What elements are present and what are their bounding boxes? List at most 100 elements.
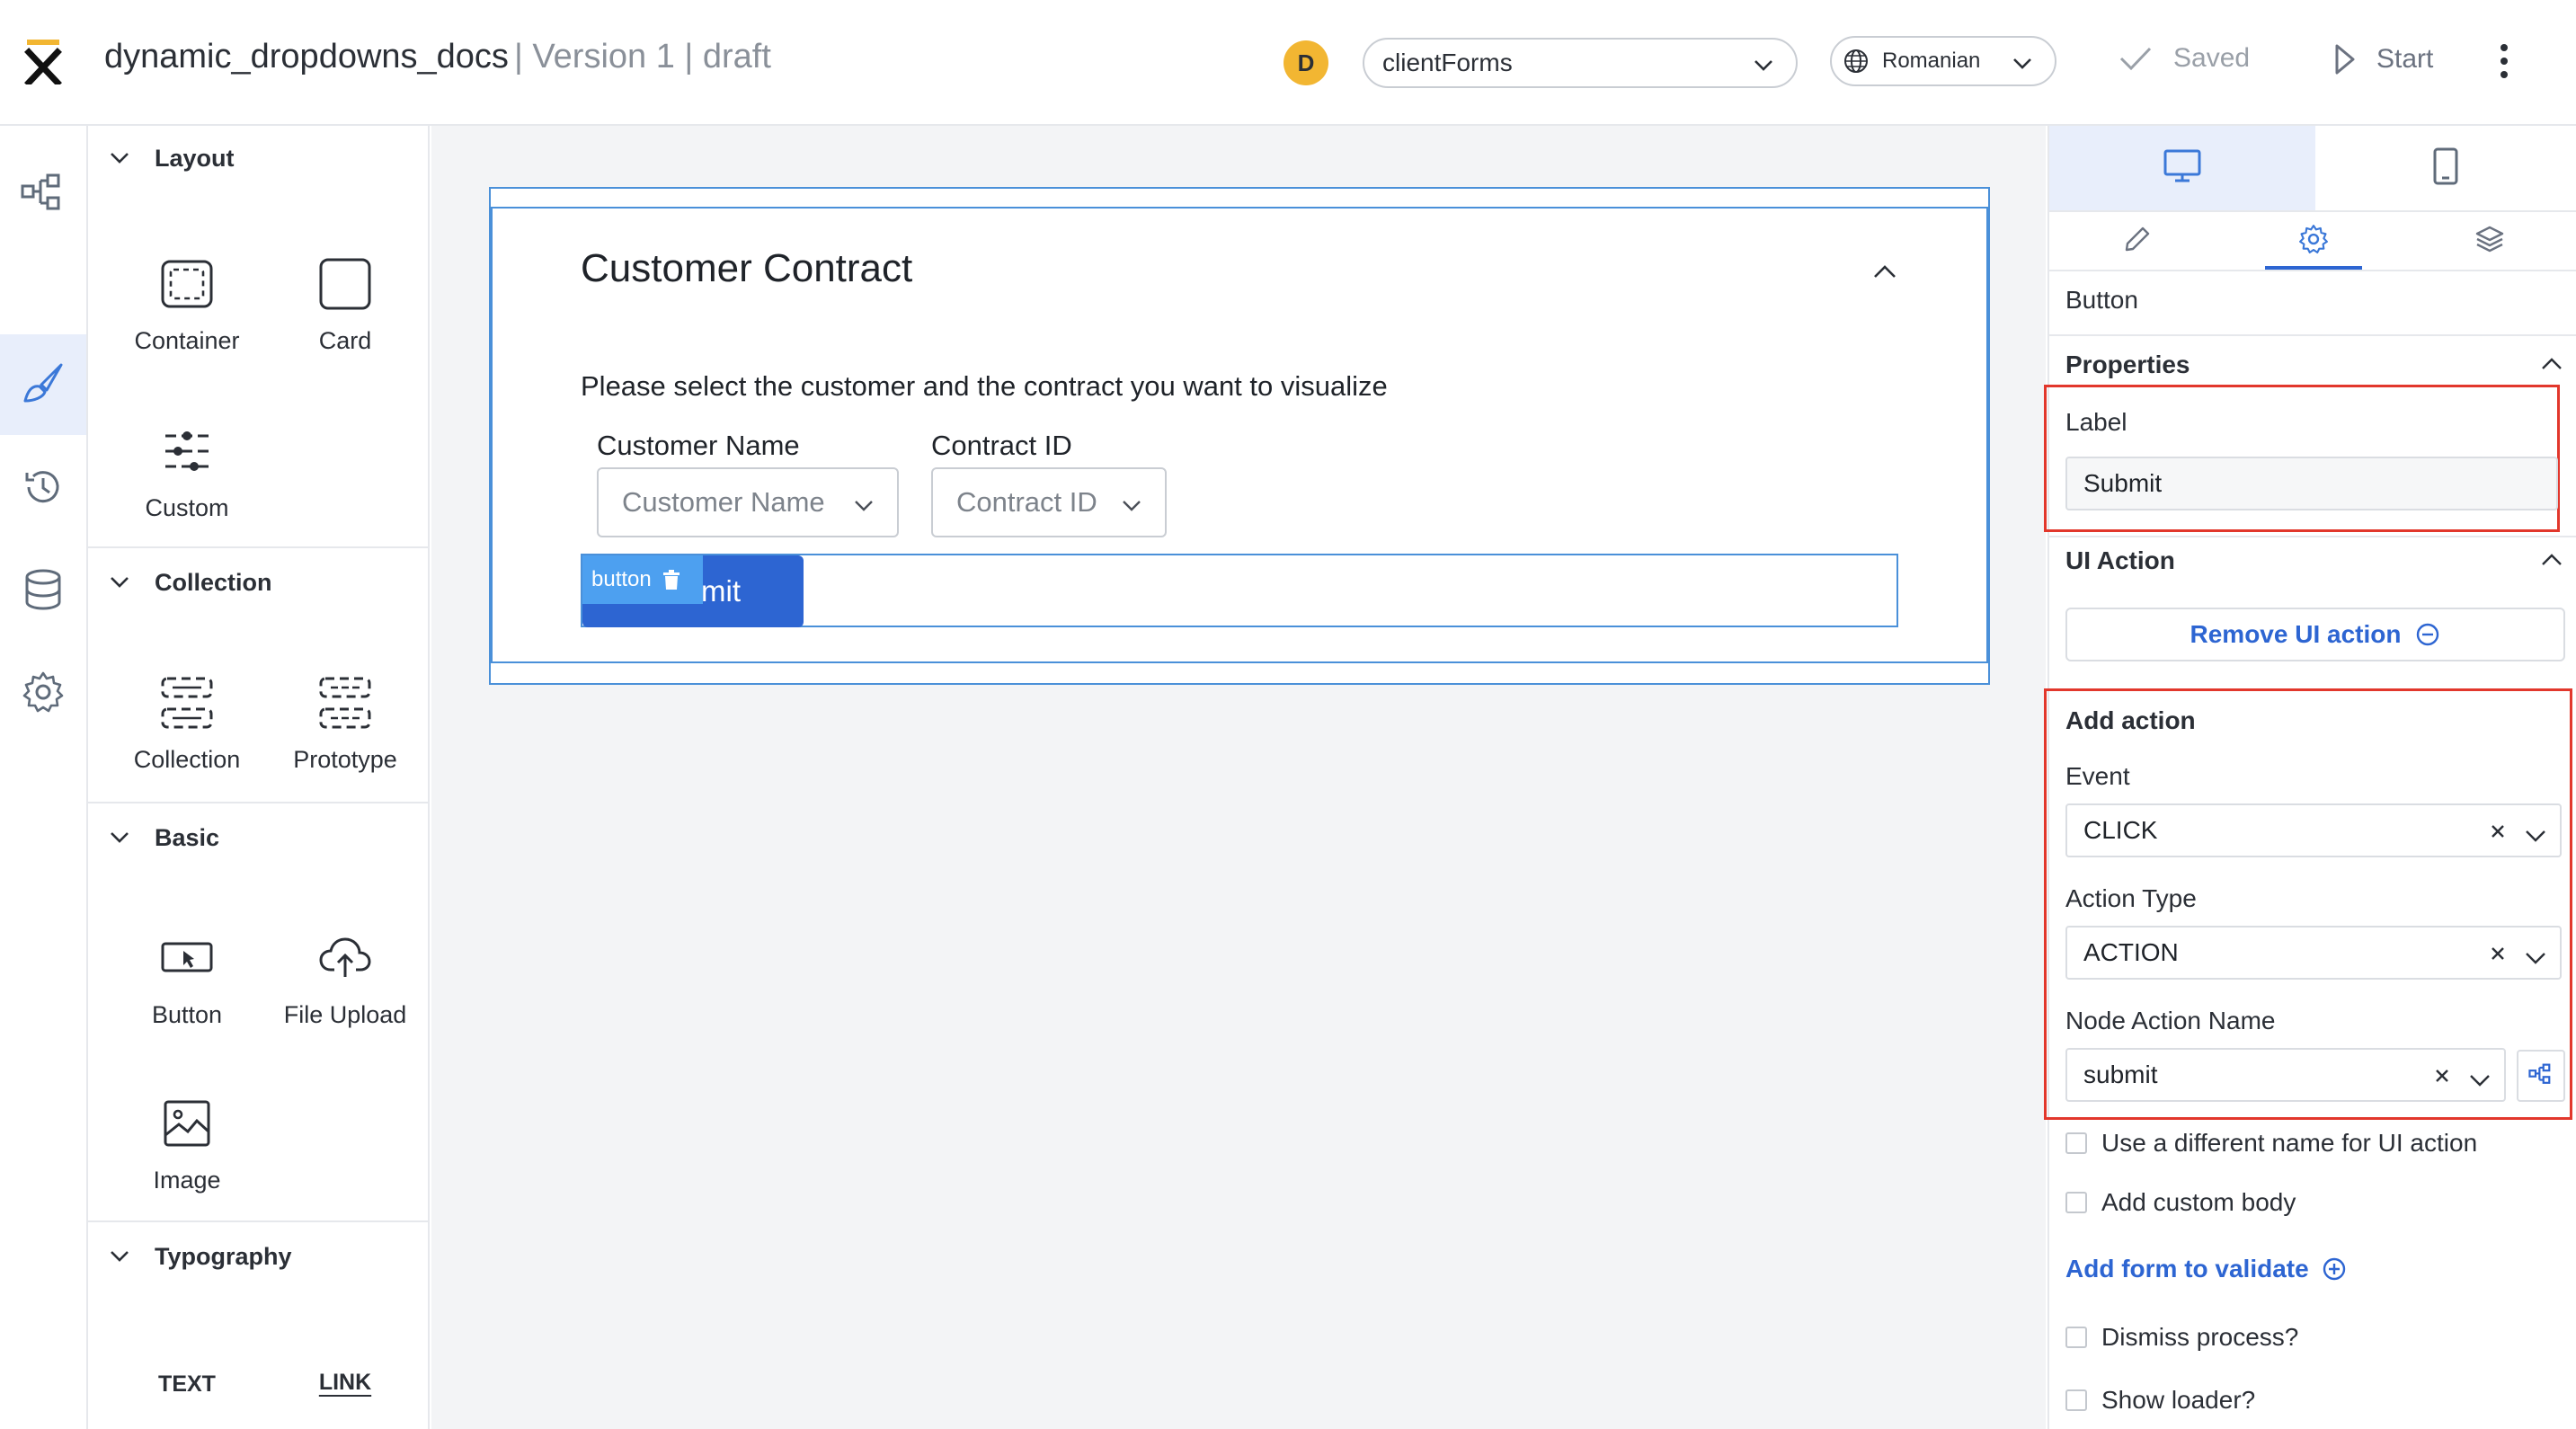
clear-icon[interactable] <box>2430 1064 2454 1094</box>
palette-image[interactable]: Image <box>108 1087 266 1222</box>
palette-container-label: Container <box>134 327 240 354</box>
palette-custom[interactable]: Custom <box>108 415 266 550</box>
version-status: | Version 1 | draft <box>514 38 771 75</box>
start-button[interactable]: Start <box>2333 43 2433 75</box>
different-name-checkbox[interactable] <box>2065 1132 2087 1154</box>
action-type-label: Action Type <box>2065 884 2197 912</box>
action-type-select-value: ACTION <box>2083 938 2179 966</box>
palette-container[interactable]: Container <box>108 248 266 383</box>
top-bar: dynamic_dropdowns_docs | Version 1 | dra… <box>0 0 2576 126</box>
show-loader-checkbox[interactable] <box>2065 1389 2087 1411</box>
add-form-to-validate-link[interactable]: Add form to validate <box>2065 1255 2347 1283</box>
palette-file-upload[interactable]: File Upload <box>266 922 424 1057</box>
language-select[interactable]: Romanian <box>1830 36 2056 86</box>
chevron-up-icon[interactable] <box>1871 261 1898 288</box>
user-avatar[interactable]: D <box>1284 40 1328 85</box>
section-layout-header[interactable]: Layout <box>88 126 428 191</box>
desktop-view-tab[interactable] <box>2049 126 2315 210</box>
tab-layers[interactable] <box>2402 212 2576 270</box>
palette-collection[interactable]: Collection <box>108 667 266 802</box>
rail-history[interactable] <box>0 439 86 539</box>
rail-data-model[interactable] <box>0 541 86 642</box>
palette-link-label: LINK <box>318 1370 372 1395</box>
rail-settings[interactable] <box>0 643 86 744</box>
section-collection-title: Collection <box>155 568 272 596</box>
card-title: Customer Contract <box>581 246 913 290</box>
card-description: Please select the customer and the contr… <box>581 370 1388 402</box>
different-name-label: Use a different name for UI action <box>2101 1129 2478 1157</box>
tab-settings[interactable] <box>2225 212 2402 270</box>
customer-name-placeholder: Customer Name <box>622 486 825 518</box>
submit-button-label: mit <box>701 574 741 608</box>
process-name: dynamic_dropdowns_docs <box>104 38 509 75</box>
palette-card[interactable]: Card <box>266 248 424 383</box>
globe-icon <box>1843 48 1870 75</box>
divider <box>2049 536 2576 537</box>
database-icon <box>23 568 63 616</box>
palette-card-label: Card <box>318 327 372 354</box>
collection-icon <box>160 667 214 739</box>
chevron-down-icon <box>1751 52 1776 84</box>
checkmark-icon <box>2118 44 2154 73</box>
more-options-icon[interactable] <box>2499 43 2509 84</box>
chevron-up-icon[interactable] <box>2540 550 2563 574</box>
flowx-logo-icon[interactable] <box>23 40 63 87</box>
section-basic-header[interactable]: Basic <box>88 805 428 870</box>
remove-ui-action-button[interactable]: Remove UI action <box>2065 608 2565 661</box>
contract-id-dropdown[interactable]: Contract ID <box>931 467 1167 537</box>
add-action-heading: Add action <box>2065 706 2196 734</box>
saved-status: Saved <box>2118 43 2250 74</box>
event-select[interactable]: CLICK <box>2065 803 2562 857</box>
pencil-icon <box>2123 225 2152 258</box>
component-type-heading: Button <box>2065 286 2138 314</box>
chevron-down-icon <box>852 493 875 525</box>
custom-body-checkbox[interactable] <box>2065 1192 2087 1213</box>
clear-icon[interactable] <box>2486 820 2509 849</box>
minus-circle-icon <box>2415 622 2440 647</box>
palette-link[interactable]: LINK <box>266 1362 424 1416</box>
rail-process-definition[interactable] <box>0 144 86 244</box>
selected-component-tag[interactable]: button <box>582 555 703 604</box>
customer-name-label: Customer Name <box>597 430 800 461</box>
add-form-to-validate-label: Add form to validate <box>2065 1255 2309 1283</box>
palette-text[interactable]: TEXT <box>108 1364 266 1418</box>
customer-name-dropdown[interactable]: Customer Name <box>597 467 899 537</box>
dismiss-process-checkbox[interactable] <box>2065 1327 2087 1348</box>
section-typography-header[interactable]: Typography <box>88 1224 428 1289</box>
image-icon <box>163 1087 211 1159</box>
process-tree-icon <box>2528 1063 2554 1089</box>
language-value: Romanian <box>1882 49 1981 73</box>
node-action-name-value: submit <box>2083 1061 2158 1088</box>
trash-icon[interactable] <box>662 569 680 590</box>
prototype-icon <box>318 667 372 739</box>
sliders-icon <box>162 415 212 487</box>
section-collection-header[interactable]: Collection <box>88 550 428 615</box>
rail-ui-designer[interactable] <box>0 334 86 435</box>
desktop-icon <box>2163 148 2202 189</box>
plus-circle-icon <box>2322 1256 2347 1282</box>
mobile-view-tab[interactable] <box>2315 126 2576 210</box>
open-node-action-button[interactable] <box>2517 1050 2565 1102</box>
clear-icon[interactable] <box>2486 942 2509 972</box>
chevron-down-icon <box>2524 945 2547 974</box>
paintbrush-icon <box>22 361 65 409</box>
custom-body-label: Add custom body <box>2101 1188 2296 1216</box>
palette-prototype[interactable]: Prototype <box>266 667 424 802</box>
action-type-select[interactable]: ACTION <box>2065 926 2562 980</box>
palette-button[interactable]: Button <box>108 922 266 1057</box>
palette-file-upload-label: File Upload <box>283 1001 407 1028</box>
tab-edit[interactable] <box>2049 212 2225 270</box>
node-action-name-select[interactable]: submit <box>2065 1048 2506 1102</box>
play-icon <box>2333 43 2357 75</box>
card-icon <box>318 248 372 320</box>
show-loader-label: Show loader? <box>2101 1386 2256 1414</box>
section-typography-title: Typography <box>155 1242 292 1270</box>
ui-flow-select[interactable]: clientForms <box>1363 38 1798 88</box>
start-label: Start <box>2376 44 2434 74</box>
divider <box>2049 334 2576 336</box>
ui-action-heading: UI Action <box>2065 546 2175 574</box>
divider <box>2049 270 2576 271</box>
label-input[interactable]: Submit <box>2065 457 2558 510</box>
chevron-up-icon[interactable] <box>2540 354 2563 378</box>
label-field-label: Label <box>2065 408 2127 436</box>
